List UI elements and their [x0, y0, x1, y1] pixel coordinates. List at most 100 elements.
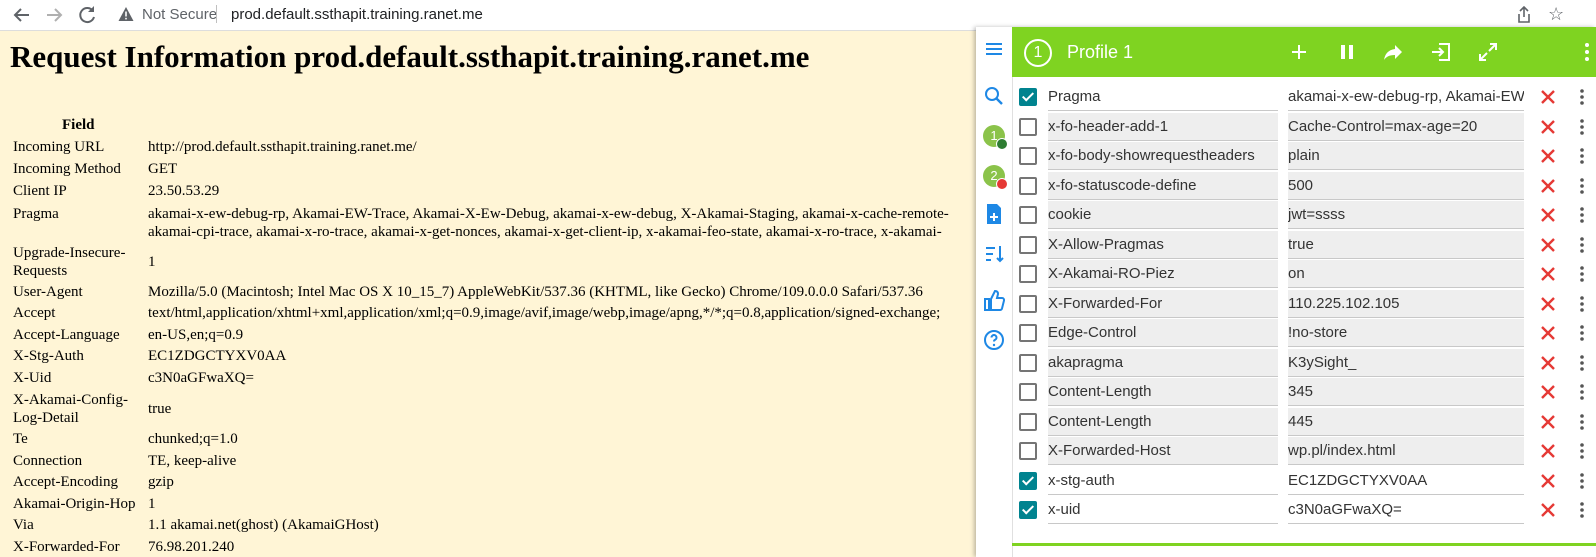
delete-icon[interactable] — [1540, 355, 1556, 371]
header-value-input[interactable]: !no-store — [1288, 319, 1524, 347]
share-icon[interactable] — [1516, 6, 1532, 24]
enable-checkbox[interactable] — [1019, 501, 1037, 519]
enable-checkbox[interactable] — [1019, 236, 1037, 254]
header-name-input[interactable]: cookie — [1048, 201, 1278, 229]
more-vert-icon[interactable] — [1580, 117, 1584, 137]
delete-icon[interactable] — [1540, 89, 1556, 105]
header-value-input[interactable]: K3ySight_ — [1288, 349, 1524, 377]
delete-icon[interactable] — [1540, 384, 1556, 400]
more-vert-icon[interactable] — [1580, 382, 1584, 402]
warning-icon[interactable] — [118, 6, 134, 22]
more-vert-icon[interactable] — [1580, 294, 1584, 314]
delete-icon[interactable] — [1540, 414, 1556, 430]
delete-icon[interactable] — [1540, 325, 1556, 341]
star-icon[interactable]: ☆ — [1548, 4, 1564, 25]
more-vert-icon[interactable] — [1580, 264, 1584, 284]
more-vert-icon[interactable] — [1580, 176, 1584, 196]
header-value-input[interactable]: 110.225.102.105 — [1288, 290, 1524, 318]
header-value-input[interactable]: plain — [1288, 142, 1524, 170]
enable-checkbox[interactable] — [1019, 442, 1037, 460]
enable-checkbox[interactable] — [1019, 383, 1037, 401]
enable-checkbox[interactable] — [1019, 472, 1037, 490]
more-vert-icon[interactable] — [1580, 500, 1584, 520]
delete-icon[interactable] — [1540, 266, 1556, 282]
delete-icon[interactable] — [1540, 148, 1556, 164]
more-vert-icon[interactable] — [1580, 146, 1584, 166]
header-name-input[interactable]: x-fo-header-add-1 — [1048, 113, 1278, 141]
more-vert-icon[interactable] — [1580, 471, 1584, 491]
reload-icon[interactable] — [75, 3, 99, 27]
delete-icon[interactable] — [1540, 237, 1556, 253]
delete-icon[interactable] — [1540, 502, 1556, 518]
header-value-input[interactable]: 500 — [1288, 172, 1524, 200]
header-name-input[interactable]: x-stg-auth — [1048, 467, 1278, 495]
profile-number[interactable]: 1 — [1024, 39, 1052, 67]
header-value-input[interactable]: 445 — [1288, 408, 1524, 436]
enable-checkbox[interactable] — [1019, 88, 1037, 106]
delete-icon[interactable] — [1540, 473, 1556, 489]
enable-checkbox[interactable] — [1019, 177, 1037, 195]
header-value-input[interactable]: 345 — [1288, 378, 1524, 406]
profile-1-switch[interactable]: 1 — [983, 125, 1008, 150]
help-icon[interactable] — [982, 328, 1006, 352]
add-profile-icon[interactable] — [982, 202, 1006, 226]
header-value-input[interactable]: true — [1288, 231, 1524, 259]
profile-name[interactable]: Profile 1 — [1067, 42, 1133, 63]
header-name-input[interactable]: Content-Length — [1048, 378, 1278, 406]
header-value-input[interactable]: wp.pl/index.html — [1288, 437, 1524, 465]
enable-checkbox[interactable] — [1019, 206, 1037, 224]
enable-checkbox[interactable] — [1019, 147, 1037, 165]
header-name-input[interactable]: Content-Length — [1048, 408, 1278, 436]
enable-checkbox[interactable] — [1019, 295, 1037, 313]
header-name-input[interactable]: Pragma — [1048, 83, 1278, 111]
import-icon[interactable] — [1429, 40, 1453, 64]
more-vert-icon[interactable] — [1580, 235, 1584, 255]
header-value-input[interactable]: c3N0aGFwaXQ= — [1288, 496, 1524, 524]
header-name-input[interactable]: X-Akamai-RO-Piez — [1048, 260, 1278, 288]
search-icon[interactable] — [982, 84, 1006, 108]
more-vert-icon[interactable] — [1580, 205, 1584, 225]
add-icon[interactable] — [1287, 40, 1311, 64]
forward-arrow-icon[interactable] — [42, 3, 66, 27]
header-value-input[interactable]: on — [1288, 260, 1524, 288]
delete-icon[interactable] — [1540, 207, 1556, 223]
delete-icon[interactable] — [1540, 296, 1556, 312]
more-vert-icon[interactable] — [1580, 412, 1584, 432]
more-vert-icon[interactable] — [1580, 87, 1584, 107]
enable-checkbox[interactable] — [1019, 354, 1037, 372]
pause-icon[interactable] — [1335, 40, 1359, 64]
share-arrow-icon[interactable] — [1381, 40, 1405, 64]
menu-icon[interactable] — [982, 37, 1006, 61]
more-vert-icon[interactable] — [1580, 441, 1584, 461]
more-vert-icon[interactable] — [1580, 353, 1584, 373]
security-label[interactable]: Not Secure — [142, 6, 217, 23]
header-value-input[interactable]: EC1ZDGCTYXV0AA — [1288, 467, 1524, 495]
header-name-input[interactable]: X-Forwarded-For — [1048, 290, 1278, 318]
header-value-input[interactable]: Cache-Control=max-age=20 — [1288, 113, 1524, 141]
enable-checkbox[interactable] — [1019, 118, 1037, 136]
enable-checkbox[interactable] — [1019, 413, 1037, 431]
back-arrow-icon[interactable] — [10, 3, 34, 27]
enable-checkbox[interactable] — [1019, 324, 1037, 342]
url-text[interactable]: prod.default.ssthapit.training.ranet.me — [231, 6, 483, 23]
header-name-input[interactable]: akapragma — [1048, 349, 1278, 377]
enable-checkbox[interactable] — [1019, 265, 1037, 283]
delete-icon[interactable] — [1540, 119, 1556, 135]
header-name-input[interactable]: X-Allow-Pragmas — [1048, 231, 1278, 259]
address-bar[interactable]: Not Secure prod.default.ssthapit.trainin… — [112, 0, 1552, 30]
profile-2-switch[interactable]: 2 — [983, 165, 1008, 190]
thumbs-up-icon[interactable] — [982, 289, 1006, 313]
header-name-input[interactable]: x-fo-body-showrequestheaders — [1048, 142, 1278, 170]
header-name-input[interactable]: Edge-Control — [1048, 319, 1278, 347]
header-name-input[interactable]: x-uid — [1048, 496, 1278, 524]
header-name-input[interactable]: x-fo-statuscode-define — [1048, 172, 1278, 200]
more-vert-icon[interactable] — [1580, 323, 1584, 343]
header-name-input[interactable]: X-Forwarded-Host — [1048, 437, 1278, 465]
expand-icon[interactable] — [1476, 40, 1500, 64]
more-vert-icon[interactable] — [1582, 40, 1592, 64]
delete-icon[interactable] — [1540, 178, 1556, 194]
delete-icon[interactable] — [1540, 443, 1556, 459]
sort-icon[interactable] — [982, 242, 1006, 266]
header-value-input[interactable]: jwt=ssss — [1288, 201, 1524, 229]
header-value-input[interactable]: akamai-x-ew-debug-rp, Akamai-EW — [1288, 83, 1524, 111]
